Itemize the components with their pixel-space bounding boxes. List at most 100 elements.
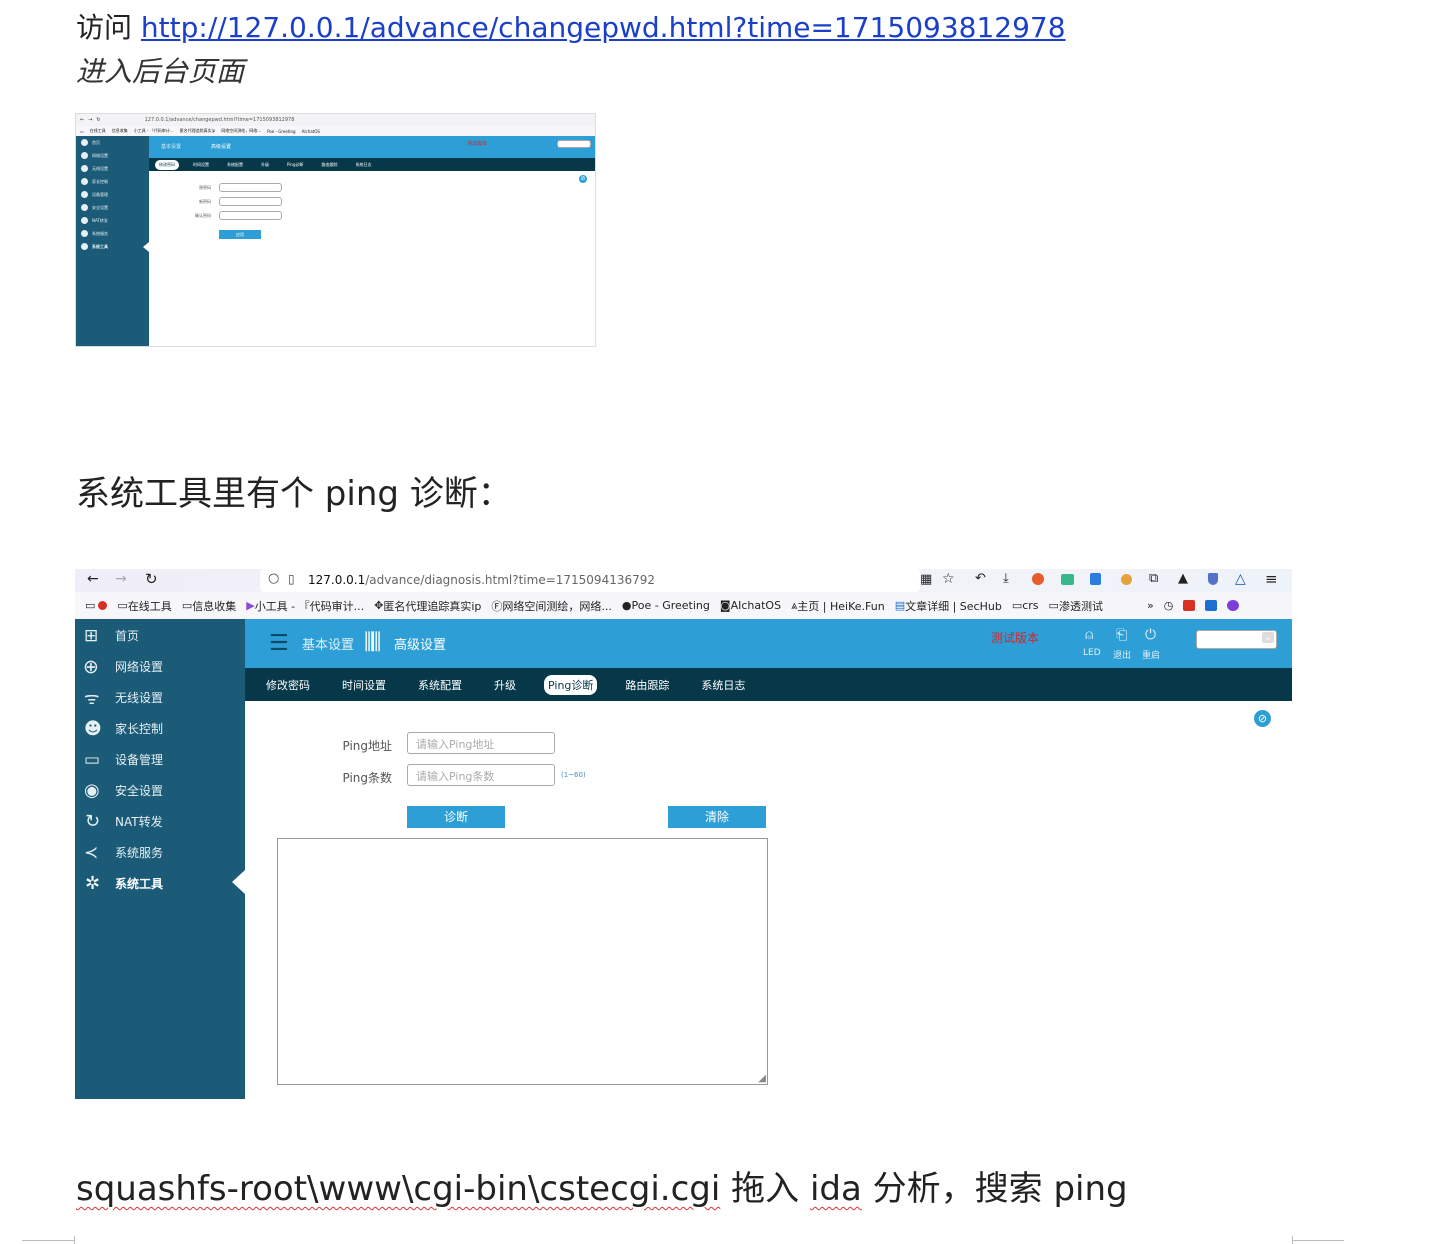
sidebar-item-parental[interactable]: ☻ 家长控制 [75, 713, 245, 744]
sidebar-item-nat[interactable]: NAT转发 [76, 214, 149, 227]
tab-ping[interactable]: Ping诊断 [544, 674, 598, 695]
extension-blue-icon[interactable] [1205, 600, 1218, 611]
tab-basic[interactable]: 基本设置 [302, 634, 354, 653]
extension-purple-icon[interactable] [1227, 600, 1240, 611]
old-password-input[interactable] [219, 183, 282, 192]
bookmark-mapping[interactable]: Ⓕ 网络空间测绘，网络... [491, 598, 612, 614]
tab-changepwd[interactable]: 修改密码 [155, 159, 179, 170]
ping-address-input[interactable]: 请输入Ping地址 [407, 732, 555, 754]
folder-icon[interactable]: ▭ [85, 599, 108, 612]
shield-ext-icon[interactable] [1208, 573, 1218, 585]
bookmark-item[interactable]: 网络空间测绘，网络... [221, 128, 261, 134]
sidebar-item-security[interactable]: 安全设置 [76, 201, 149, 214]
star-icon[interactable]: ☆ [942, 571, 955, 587]
confirm-password-input[interactable] [219, 211, 282, 220]
sidebar-item-parental[interactable]: 家长控制 [76, 175, 149, 188]
sidebar-item-wireless[interactable]: ᯤ 无线设置 [75, 682, 245, 713]
bookmark-tools[interactable]: ▶ 小工具 - 『代码审计... [246, 598, 364, 614]
undo-icon[interactable]: ↶ [975, 571, 986, 586]
cookie-icon[interactable] [1121, 574, 1132, 585]
tab-upgrade[interactable]: 升级 [257, 160, 273, 170]
forward-icon[interactable]: → [115, 571, 127, 587]
led-icon[interactable]: ⍝ [1085, 627, 1093, 643]
extension-code-icon[interactable] [1061, 574, 1074, 585]
history-icon[interactable]: ◷ [1164, 599, 1174, 612]
sidebar-item-nat[interactable]: ↻ NAT转发 [75, 806, 245, 837]
extension-block-icon[interactable] [1032, 573, 1044, 585]
extension-doc-icon[interactable] [1090, 573, 1101, 585]
bookmark-folder-pentest[interactable]: ▭ 渗透测试 [1049, 598, 1103, 614]
bookmark-heike[interactable]: ⩓ 主页 | HeiKe.Fun [791, 598, 885, 614]
sidebar-item-device[interactable]: ▭ 设备管理 [75, 744, 245, 775]
bookmark-folder-crs[interactable]: ▭ crs [1012, 599, 1039, 612]
bookmark-poe[interactable]: ● Poe - Greeting [622, 599, 710, 612]
changepwd-link[interactable]: http://127.0.0.1/advance/changepwd.html?… [141, 11, 1066, 44]
apply-button[interactable]: 应用 [219, 230, 261, 239]
sidebar-item-tools[interactable]: 系统工具 [76, 240, 149, 253]
bookmark-item[interactable]: Poe - Greeting [267, 129, 296, 134]
bookmark-folder-online-tools[interactable]: ▭ 在线工具 [117, 598, 171, 614]
tab-advanced[interactable]: 高级设置 [211, 143, 231, 150]
new-password-input[interactable] [219, 197, 282, 206]
tab-config[interactable]: 系统配置 [414, 675, 466, 695]
tab-syslog[interactable]: 系统日志 [352, 160, 376, 170]
language-select[interactable] [557, 140, 591, 148]
bookmark-item[interactable]: AIchatOS [302, 129, 320, 134]
forward-icon[interactable]: → [88, 117, 92, 123]
sidebar-item-security[interactable]: ◉ 安全设置 [75, 775, 245, 806]
link-icon[interactable]: ⊘ [1254, 710, 1271, 727]
tab-ping[interactable]: Ping诊断 [283, 160, 308, 170]
clear-button[interactable]: 清除 [668, 806, 766, 828]
address-bar[interactable]: 127.0.0.1/advance/changepwd.html?time=17… [145, 117, 295, 123]
more-bookmarks-icon[interactable]: » [1147, 599, 1154, 612]
menu-icon[interactable]: ≡ [1265, 570, 1278, 588]
bookmark-item[interactable]: 信息收集 [112, 128, 128, 134]
back-icon[interactable]: ← [87, 571, 99, 587]
link-icon[interactable]: ⊘ [579, 175, 587, 183]
tab-time[interactable]: 时间设置 [338, 675, 390, 695]
power-icon[interactable]: ⏻ [1145, 627, 1156, 643]
sidebar-item-home[interactable]: ⊞ 首页 [75, 620, 245, 651]
sidebar-item-home[interactable]: 首页 [76, 136, 149, 149]
reload-icon[interactable]: ↻ [145, 570, 158, 588]
tab-basic[interactable]: 基本设置 [161, 143, 181, 150]
ping-result-textarea[interactable]: ◢ [277, 838, 768, 1085]
ping-count-input[interactable]: 请输入Ping条数 [407, 764, 555, 786]
bookmark-item[interactable]: 小工具 - 『代码审计... [134, 128, 174, 134]
tab-syslog[interactable]: 系统日志 [697, 675, 749, 695]
sidebar-item-wireless[interactable]: 无线设置 [76, 162, 149, 175]
resize-handle-icon[interactable]: ◢ [758, 1073, 766, 1084]
bookmark-proxy[interactable]: ✥ 匿名代理追踪真实ip [374, 598, 481, 614]
logout-icon[interactable]: ⎗ [1116, 627, 1127, 643]
tab-changepwd[interactable]: 修改密码 [262, 675, 314, 695]
old-password-label: 原密码 [199, 185, 211, 190]
sidebar-item-network[interactable]: ⊕ 网络设置 [75, 651, 245, 682]
sidebar-item-services[interactable]: ≺ 系统服务 [75, 837, 245, 868]
bookmark-sechub[interactable]: ▤ 文章详细 | SecHub [895, 598, 1002, 614]
qr-icon[interactable]: ▦ [920, 572, 932, 587]
download-icon[interactable]: ⤓ [1003, 571, 1009, 586]
hacker-icon[interactable]: ▲ [1178, 571, 1188, 586]
sidebar-item-network[interactable]: 网络设置 [76, 149, 149, 162]
address-bar[interactable]: ○ ▯ 127.0.0.1/advance/diagnosis.html?tim… [260, 569, 920, 592]
bookmark-item[interactable]: 在线工具 [90, 128, 106, 134]
tab-time[interactable]: 时间设置 [189, 160, 213, 170]
tab-traceroute[interactable]: 路由跟踪 [318, 160, 342, 170]
language-select[interactable]: ⌄ [1196, 630, 1277, 649]
bookmark-folder-info[interactable]: ▭ 信息收集 [182, 598, 236, 614]
tab-upgrade[interactable]: 升级 [490, 675, 520, 695]
sidebar-item-tools[interactable]: ✲ 系统工具 [75, 868, 245, 899]
sidebar-item-device[interactable]: 设备管理 [76, 188, 149, 201]
extension-puzzle-icon[interactable]: ⧉ [1149, 571, 1158, 586]
tab-traceroute[interactable]: 路由跟踪 [621, 675, 673, 695]
back-icon[interactable]: ← [80, 117, 84, 123]
bookmark-aichatos[interactable]: ◙ AIchatOS [720, 599, 781, 612]
triangle-icon[interactable]: △ [1235, 571, 1246, 587]
bookmark-item[interactable]: 匿名代理追踪真实ip [180, 128, 216, 134]
diagnose-button[interactable]: 诊断 [407, 806, 505, 828]
sidebar-item-services[interactable]: 系统服务 [76, 227, 149, 240]
reload-icon[interactable]: ↻ [96, 117, 100, 123]
extension-red-icon[interactable] [1183, 600, 1196, 611]
tab-advanced[interactable]: 高级设置 [394, 634, 446, 653]
tab-config[interactable]: 系统配置 [223, 160, 247, 170]
